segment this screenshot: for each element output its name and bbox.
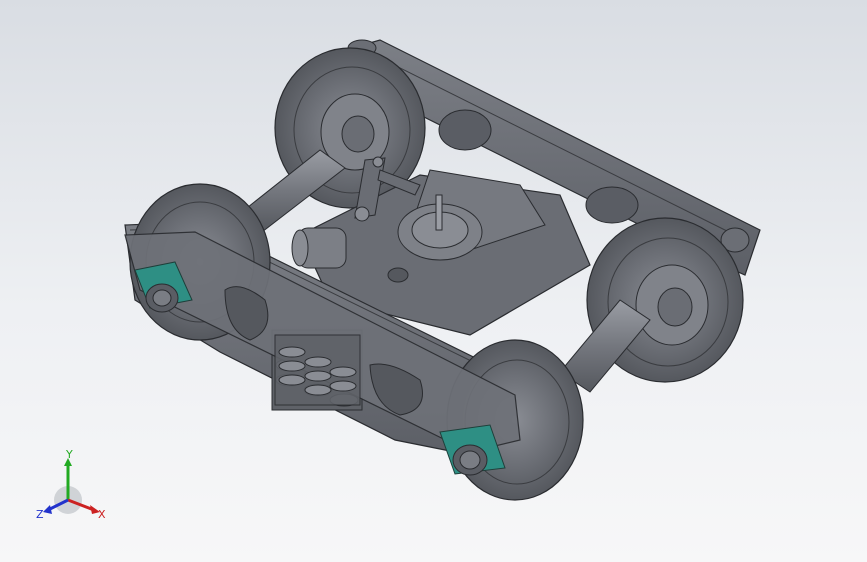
y-axis-label: Y: [65, 448, 73, 461]
z-axis-head: [43, 505, 52, 514]
axis-triad: Y X Z: [36, 448, 106, 521]
brake-cylinder[interactable]: [291, 227, 347, 269]
bogie-3d-model[interactable]: [0, 0, 867, 562]
z-axis-label: Z: [36, 508, 44, 521]
x-axis-label: X: [98, 508, 106, 521]
3d-viewport[interactable]: Y X Z: [0, 0, 867, 562]
